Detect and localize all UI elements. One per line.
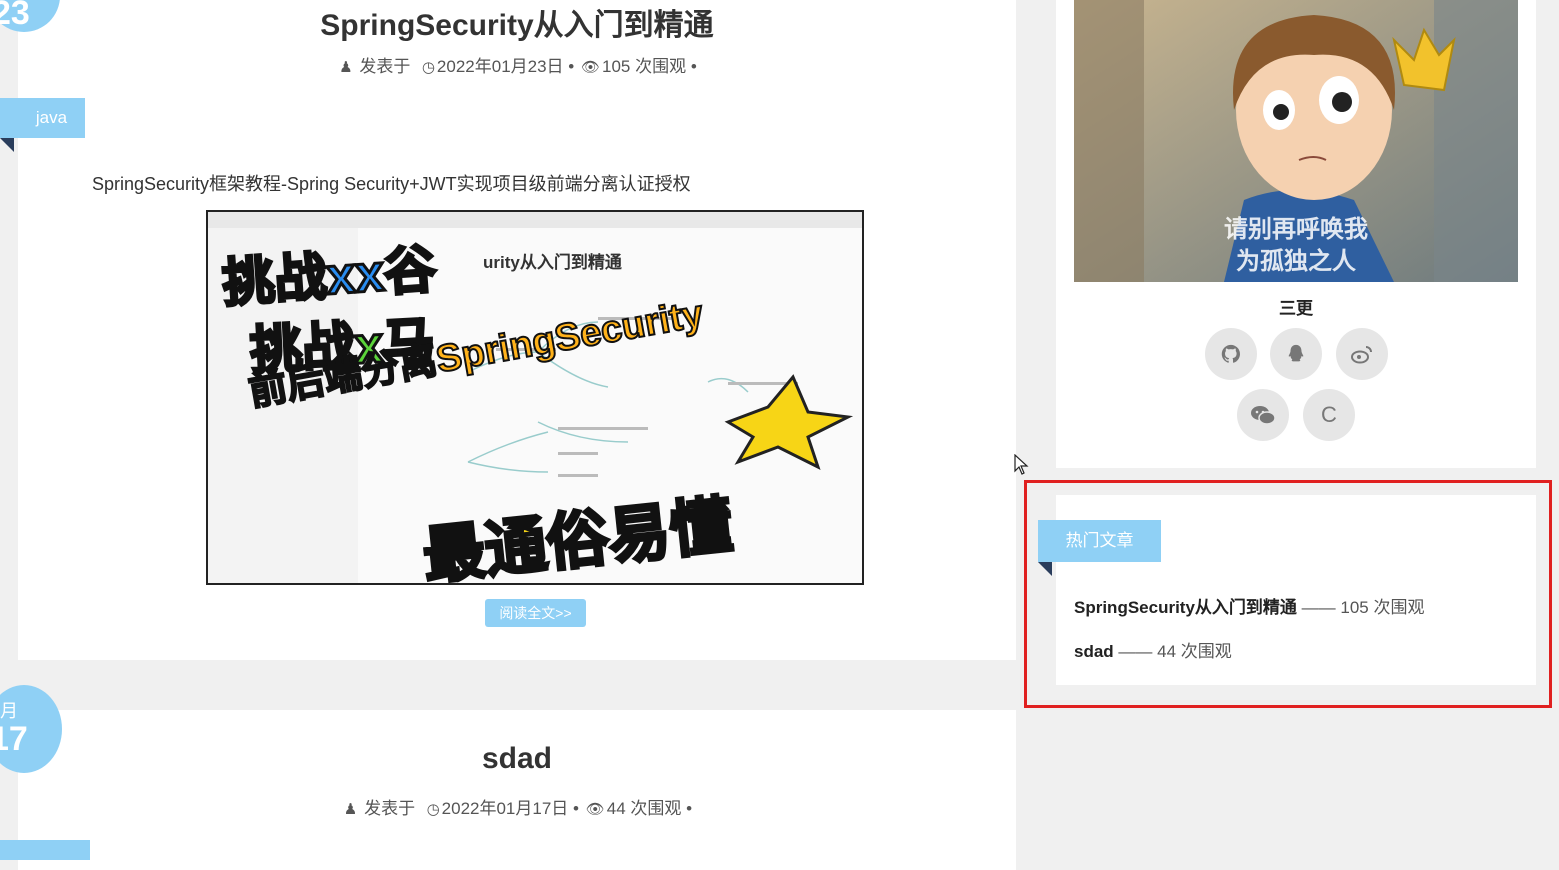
date-day: 17 (0, 720, 28, 758)
tag-ribbon-partial[interactable] (0, 840, 90, 860)
weibo-icon[interactable] (1336, 328, 1388, 380)
post-date: 2022年01月23日 (436, 57, 564, 76)
view-count: 44 次围观 (606, 799, 682, 818)
csdn-label: C (1321, 402, 1337, 427)
author-label: 发表于 (359, 57, 411, 76)
ribbon-fold (0, 138, 14, 152)
wechat-icon[interactable] (1237, 389, 1289, 441)
post-meta: ♟ 发表于 ◷ 2022年01月17日 • 👁 44 次围观 • (343, 799, 693, 818)
avatar-caption: 请别再呼唤我 为孤独之人 (1074, 214, 1518, 278)
avatar-caption-line2: 为孤独之人 (1236, 248, 1356, 275)
thumb-subtitle: urity从入门到精通 (483, 253, 622, 272)
highlight-annotation (1024, 480, 1552, 708)
github-icon[interactable] (1205, 328, 1257, 380)
eye-icon: 👁 (580, 59, 601, 76)
user-icon: ♟ (343, 801, 358, 818)
clock-icon: ◷ (426, 801, 440, 818)
post-card: sdad ♟ 发表于 ◷ 2022年01月17日 • 👁 44 次围观 • (0, 710, 1016, 870)
date-month: 1月 (0, 701, 19, 721)
date-day: 23 (0, 0, 30, 32)
csdn-icon[interactable]: C (1303, 389, 1355, 441)
tag-java[interactable]: java (0, 98, 85, 138)
user-icon: ♟ (339, 59, 353, 76)
post-excerpt: SpringSecurity框架教程-Spring Security+JWT实现… (92, 174, 691, 194)
post-meta: ♟ 发表于 ◷ 2022年01月23日 • 👁 105 次围观 • (339, 57, 697, 76)
read-more-button[interactable]: 阅读全文>> (485, 599, 586, 627)
view-count: 105 次围观 (602, 57, 687, 76)
author-name: 三更 (1279, 299, 1313, 318)
avatar: 请别再呼唤我 为孤独之人 (1074, 0, 1518, 282)
post-card: SpringSecurity从入门到精通 ♟ 发表于 ◷ 2022年01月23日 … (0, 0, 1016, 660)
post-title[interactable]: sdad (18, 742, 1016, 776)
eye-icon: 👁 (585, 801, 605, 818)
author-label: 发表于 (364, 799, 416, 818)
post-date: 2022年01月17日 (441, 799, 569, 818)
profile-card: 请别再呼唤我 为孤独之人 三更 C (1056, 0, 1536, 468)
post-title[interactable]: SpringSecurity从入门到精通 (18, 0, 1016, 44)
qq-icon[interactable] (1270, 328, 1322, 380)
post-thumbnail[interactable]: 挑战xx谷 urity从入门到精通 挑战x马 前后端分离SpringSecuri… (206, 210, 864, 585)
avatar-caption-line1: 请别再呼唤我 (1224, 216, 1368, 243)
mouse-cursor-icon (1014, 453, 1030, 481)
clock-icon: ◷ (421, 59, 435, 76)
